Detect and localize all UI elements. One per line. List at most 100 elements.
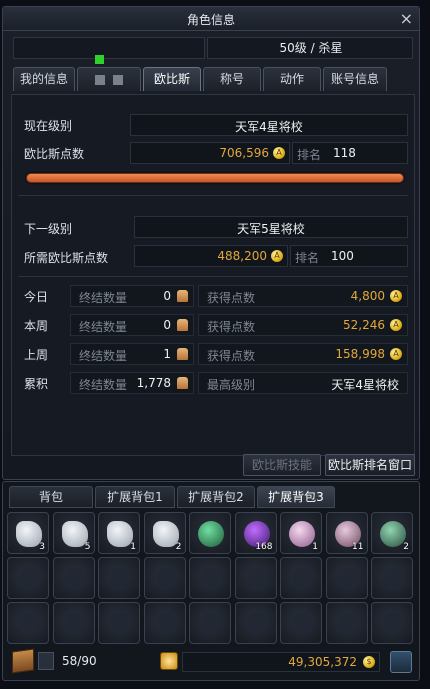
empty-inventory-slot[interactable] xyxy=(234,557,277,599)
points-box-today: 获得点数 4,800 A xyxy=(198,285,408,307)
current-points-label: 欧比斯点数 xyxy=(24,147,85,161)
window-title: 角色信息 xyxy=(186,13,235,27)
kills-label: 终结数量 xyxy=(79,349,128,363)
kill-icon xyxy=(177,377,188,389)
points-label: 获得点数 xyxy=(207,349,256,363)
tab-inventory[interactable]: 背包 xyxy=(9,486,93,508)
tab-actions[interactable]: 动作 xyxy=(263,67,321,91)
close-icon[interactable]: × xyxy=(400,9,413,28)
tab-ext-bag-1[interactable]: 扩展背包1 xyxy=(95,486,175,508)
stat-label-total: 累积 xyxy=(24,377,49,391)
kill-icon xyxy=(177,319,188,331)
next-level-box: 天军5星将校 xyxy=(134,216,408,238)
bag-slot-icon[interactable] xyxy=(38,652,54,670)
sort-inventory-icon[interactable] xyxy=(390,651,412,673)
gold-pouch-icon[interactable] xyxy=(160,652,178,670)
empty-inventory-slot[interactable] xyxy=(7,602,49,644)
empty-inventory-slot[interactable] xyxy=(189,557,231,599)
kills-label: 终结数量 xyxy=(79,378,128,392)
orbis-coin-icon: A xyxy=(273,147,285,159)
current-rank-box: 排名 118 xyxy=(292,142,408,164)
next-level-value: 天军5星将校 xyxy=(237,222,305,236)
tab-ext-bag-2[interactable]: 扩展背包2 xyxy=(177,486,255,508)
item-quantity: 168 xyxy=(255,542,273,552)
empty-inventory-slot[interactable] xyxy=(325,557,368,599)
points-value: 4,800 xyxy=(350,289,385,303)
orbis-progress-bar xyxy=(26,173,404,183)
current-level-box: 天军4星将校 xyxy=(130,114,408,136)
inventory-slot[interactable]: 11 xyxy=(325,512,368,554)
orbis-rank-window-button[interactable]: 欧比斯排名窗口 xyxy=(325,454,415,476)
kills-box-total: 终结数量 1,778 xyxy=(70,372,194,394)
empty-inventory-slot[interactable] xyxy=(325,602,368,644)
divider xyxy=(18,195,408,196)
empty-inventory-slot[interactable] xyxy=(371,602,413,644)
points-label: 获得点数 xyxy=(207,320,256,334)
empty-inventory-slot[interactable] xyxy=(52,602,95,644)
empty-inventory-slot[interactable] xyxy=(52,557,95,599)
item-quantity: 2 xyxy=(403,542,409,552)
next-rank-label: 排名 xyxy=(295,251,320,265)
kills-value: 1,778 xyxy=(136,376,171,390)
level-class-text: 50级 / 杀星 xyxy=(279,41,343,55)
tab-account[interactable]: 账号信息 xyxy=(323,67,387,91)
inventory-slot[interactable]: 3 xyxy=(7,512,49,554)
tab-orbis[interactable]: 欧比斯 xyxy=(143,67,201,91)
inventory-slot[interactable]: 5 xyxy=(52,512,95,554)
kills-value: 1 xyxy=(163,347,171,361)
current-level-value: 天军4星将校 xyxy=(235,120,303,134)
silver-ore-icon xyxy=(152,521,179,547)
inventory-capacity: 58/90 xyxy=(62,654,97,668)
gold-amount: 49,305,372 xyxy=(288,655,357,669)
required-points-value: 488,200 xyxy=(217,249,267,263)
highest-level-value: 天军4星将校 xyxy=(331,378,399,392)
character-name-box xyxy=(13,37,205,59)
empty-inventory-slot[interactable] xyxy=(98,557,140,599)
inventory-slot[interactable]: 1 xyxy=(98,512,140,554)
points-value: 158,998 xyxy=(335,347,385,361)
highest-level-label: 最高级别 xyxy=(207,378,256,392)
kills-box-week: 终结数量 0 xyxy=(70,314,194,336)
tab-my-info[interactable]: 我的信息 xyxy=(13,67,75,91)
title-bar[interactable]: 角色信息 × xyxy=(3,7,419,31)
current-level-label: 现在级别 xyxy=(24,119,73,133)
points-label: 获得点数 xyxy=(207,291,256,305)
required-points-label: 所需欧比斯点数 xyxy=(24,251,109,265)
empty-inventory-slot[interactable] xyxy=(280,557,322,599)
current-rank-label: 排名 xyxy=(297,148,322,162)
tab-hidden[interactable] xyxy=(77,67,141,91)
empty-inventory-slot[interactable] xyxy=(143,602,186,644)
inventory-slot[interactable]: 1 xyxy=(280,512,322,554)
empty-inventory-slot[interactable] xyxy=(7,557,49,599)
divider xyxy=(18,276,408,277)
kill-icon xyxy=(177,290,188,302)
inventory-slot[interactable]: 2 xyxy=(143,512,186,554)
current-points-box: 706,596 A xyxy=(130,142,290,164)
highest-level-box: 最高级别 天军4星将校 xyxy=(198,372,408,394)
empty-inventory-slot[interactable] xyxy=(189,602,231,644)
orbis-skill-button[interactable]: 欧比斯技能 xyxy=(243,454,321,476)
empty-inventory-slot[interactable] xyxy=(234,602,277,644)
orbis-panel: 现在级别 天军4星将校 欧比斯点数 706,596 A 排名 118 下一级别 … xyxy=(11,94,415,456)
points-box-last-week: 获得点数 158,998 A xyxy=(198,343,408,365)
next-level-label: 下一级别 xyxy=(24,222,73,236)
stat-label-last-week: 上周 xyxy=(24,348,49,362)
empty-inventory-slot[interactable] xyxy=(98,602,140,644)
kills-box-last-week: 终结数量 1 xyxy=(70,343,194,365)
tab-title[interactable]: 称号 xyxy=(203,67,261,91)
inventory-slot[interactable]: 2 xyxy=(371,512,413,554)
empty-inventory-slot[interactable] xyxy=(143,557,186,599)
blurred-label xyxy=(95,74,105,85)
empty-inventory-slot[interactable] xyxy=(280,602,322,644)
orbis-coin-icon: A xyxy=(390,290,402,302)
inventory-slot[interactable]: 168 xyxy=(234,512,277,554)
silver-ore-icon xyxy=(61,521,88,547)
stat-label-today: 今日 xyxy=(24,290,49,304)
next-rank-value: 100 xyxy=(331,249,354,263)
empty-inventory-slot[interactable] xyxy=(371,557,413,599)
storage-box-icon[interactable] xyxy=(12,648,34,674)
item-quantity: 1 xyxy=(312,542,318,552)
item-quantity: 1 xyxy=(130,542,136,552)
tab-ext-bag-3[interactable]: 扩展背包3 xyxy=(257,486,335,508)
inventory-slot[interactable] xyxy=(189,512,231,554)
